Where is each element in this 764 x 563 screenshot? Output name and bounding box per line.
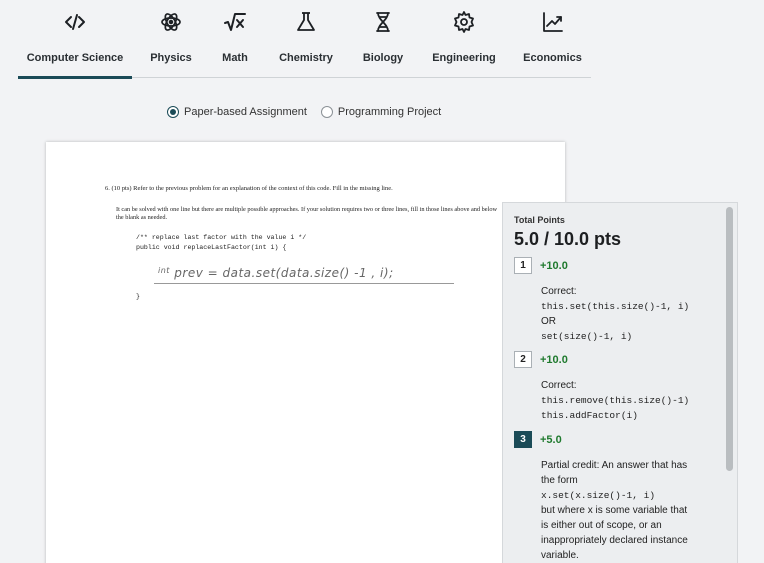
rubric-item-points: +10.0 xyxy=(540,259,568,272)
dna-icon xyxy=(371,10,395,34)
tab-label: Physics xyxy=(150,52,192,64)
rubric-item-number: 3 xyxy=(514,431,532,449)
rubric-line: inappropriately declared instance xyxy=(541,535,688,546)
atom-icon xyxy=(159,10,183,34)
handwritten-code: prev = data.set(data.size() -1 , i); xyxy=(174,266,394,280)
square-root-icon xyxy=(223,10,247,34)
total-points-value: 5.0 / 10.0 pts xyxy=(514,229,622,249)
tab-chemistry[interactable]: Chemistry xyxy=(260,0,352,78)
tab-label: Math xyxy=(222,52,248,64)
code-icon xyxy=(63,10,87,34)
rubric-item-number: 1 xyxy=(514,257,532,275)
rubric-panel: Total Points 5.0 / 10.0 pts 1 +10.0 Corre… xyxy=(502,202,738,563)
tab-label: Engineering xyxy=(432,52,496,64)
rubric-line: OR xyxy=(541,316,556,327)
tab-label: Chemistry xyxy=(279,52,333,64)
radio-label: Programming Project xyxy=(337,106,442,118)
subject-tabs: Computer Science Physics Math Chemistry … xyxy=(18,0,591,79)
rubric-item-description: Partial credit: An answer that has the f… xyxy=(541,458,714,563)
tab-physics[interactable]: Physics xyxy=(132,0,210,78)
tab-engineering[interactable]: Engineering xyxy=(414,0,514,78)
submission-page: 6. (10 pts) Refer to the previous proble… xyxy=(46,142,565,563)
flask-icon xyxy=(294,10,318,34)
tab-biology[interactable]: Biology xyxy=(352,0,414,78)
tab-economics[interactable]: Economics xyxy=(514,0,591,78)
chart-trend-icon xyxy=(541,10,565,34)
rubric-item-description: Correct: this.set(this.size()-1, i) OR s… xyxy=(541,284,714,344)
rubric-line: x.set(x.size()-1, i) xyxy=(541,490,656,501)
rubric-item[interactable]: 1 +10.0 Correct: this.set(this.size()-1, … xyxy=(514,257,714,344)
radio-dot xyxy=(167,106,179,118)
rubric-line: Correct: xyxy=(541,380,577,391)
rubric-line: variable. xyxy=(541,550,579,561)
question-text: 6. (10 pts) Refer to the previous proble… xyxy=(105,185,393,192)
code-line: /** replace last factor with the value i… xyxy=(136,234,307,241)
rubric-line: but where x is some variable that xyxy=(541,505,688,516)
tab-math[interactable]: Math xyxy=(210,0,260,78)
rubric-item-points: +10.0 xyxy=(540,353,568,366)
handwritten-prefix: int xyxy=(158,266,170,275)
tab-label: Computer Science xyxy=(26,52,124,64)
rubric-line: this.set(this.size()-1, i) xyxy=(541,301,690,312)
rubric-item-description: Correct: this.remove(this.size()-1) this… xyxy=(541,378,714,423)
rubric-item-selected[interactable]: 3 +5.0 Partial credit: An answer that has… xyxy=(514,431,714,563)
rubric-line: this.addFactor(i) xyxy=(541,410,638,421)
rubric-item-number: 2 xyxy=(514,351,532,369)
total-points-label: Total Points xyxy=(514,215,565,225)
panel-scrollbar[interactable] xyxy=(726,207,733,471)
assignment-type-selector: Paper-based Assignment Programming Proje… xyxy=(167,106,455,118)
rubric-item[interactable]: 2 +10.0 Correct: this.remove(this.size()-… xyxy=(514,351,714,423)
rubric-line: is either out of scope, or an xyxy=(541,520,662,531)
question-instructions: It can be solved with one line but there… xyxy=(116,206,498,221)
code-line: public void replaceLastFactor(int i) { xyxy=(136,244,287,251)
rubric-line: this.remove(this.size()-1) xyxy=(541,395,690,406)
tab-label: Economics xyxy=(523,52,582,64)
radio-paper-based[interactable]: Paper-based Assignment xyxy=(167,106,307,118)
answer-blank-line xyxy=(154,283,454,284)
rubric-line: the form xyxy=(541,475,578,486)
radio-dot xyxy=(320,106,333,118)
code-line: } xyxy=(136,293,140,300)
tab-computer-science[interactable]: Computer Science xyxy=(18,0,132,79)
rubric-line: set(size()-1, i) xyxy=(541,331,633,342)
rubric-item-points: +5.0 xyxy=(540,433,562,446)
radio-label: Paper-based Assignment xyxy=(184,106,307,118)
gear-icon xyxy=(452,10,476,34)
rubric-line: Correct: xyxy=(541,286,577,297)
radio-programming-project[interactable]: Programming Project xyxy=(320,106,442,118)
rubric-line: Partial credit: An answer that has xyxy=(541,460,688,471)
handwritten-answer: int prev = data.set(data.size() -1 , i); xyxy=(158,266,394,280)
tab-label: Biology xyxy=(362,52,404,64)
